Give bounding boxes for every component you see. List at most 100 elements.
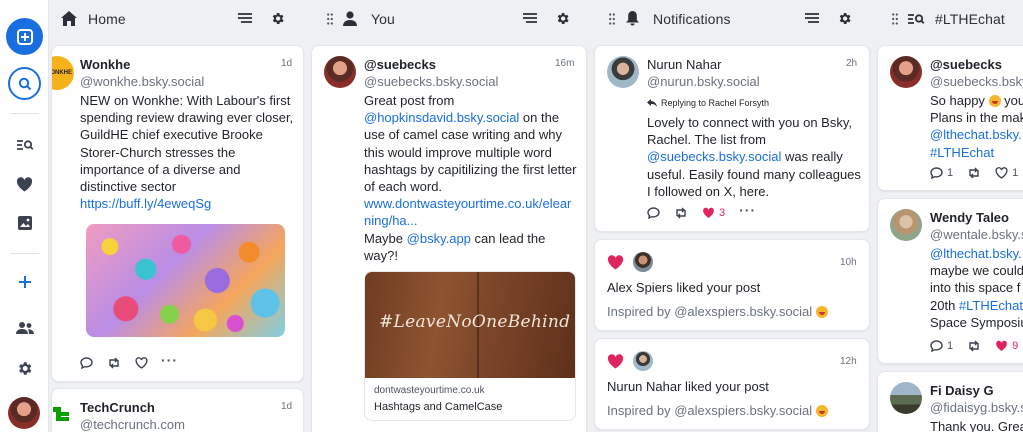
- column-title: Notifications: [653, 11, 731, 27]
- author-handle[interactable]: @techcrunch.com: [80, 417, 185, 432]
- url-link[interactable]: www.dontwasteyourtime.co.uk/elearning/ha…: [364, 196, 571, 228]
- like-icon[interactable]: [135, 357, 148, 369]
- reply-icon[interactable]: [647, 207, 660, 219]
- author-name[interactable]: @suebecks: [930, 57, 1002, 72]
- home-icon: [61, 11, 77, 26]
- mention-link[interactable]: @bsky.app: [407, 231, 471, 246]
- post-text: Thank you. Grea: [930, 419, 1023, 432]
- embed-image-caption: #LeaveNoOneBehind: [379, 312, 571, 332]
- feed-settings-icon[interactable]: [804, 13, 820, 25]
- hashtag-link[interactable]: #LTHEchat: [959, 298, 1023, 313]
- more-icon[interactable]: ···: [739, 202, 756, 218]
- author-name[interactable]: Wendy Taleo: [930, 210, 1009, 225]
- drag-handle-icon[interactable]: [892, 13, 898, 25]
- notification-like-card[interactable]: 10h Alex Spiers liked your post Inspired…: [594, 239, 870, 331]
- author-handle[interactable]: @wonkhe.bsky.social: [80, 74, 204, 89]
- author-handle[interactable]: @suebecks.bsky.social: [364, 74, 498, 89]
- liker-name[interactable]: Nurun Nahar: [607, 379, 681, 394]
- avatar[interactable]: [890, 382, 922, 414]
- author-name[interactable]: Fi Daisy G: [930, 383, 994, 398]
- drag-handle-icon[interactable]: [327, 13, 333, 25]
- feed-settings-icon[interactable]: [237, 13, 253, 25]
- author-handle[interactable]: @suebecks.bsky: [930, 74, 1023, 89]
- repost-icon[interactable]: [967, 167, 981, 179]
- mention-link[interactable]: @hopkinsdavid.bsky.social: [364, 110, 519, 125]
- post-text-part: Space Symposiu: [930, 314, 1023, 330]
- media-button[interactable]: [0, 212, 49, 234]
- avatar[interactable]: [633, 252, 653, 272]
- post-card[interactable]: WONKHE Wonkhe 1d @wonkhe.bsky.social NEW…: [51, 45, 304, 382]
- author-handle[interactable]: @nurun.bsky.social: [647, 74, 760, 89]
- liker-name[interactable]: Alex Spiers: [607, 280, 673, 295]
- compose-icon: [16, 28, 33, 45]
- notification-text: Nurun Nahar liked your post: [607, 379, 769, 394]
- mention-link[interactable]: @lthechat.bsky.: [930, 246, 1022, 261]
- author-handle[interactable]: @fidaisyg.bsky.s: [930, 400, 1023, 415]
- notification-time: 12h: [840, 356, 857, 367]
- likes-button[interactable]: [0, 173, 49, 195]
- search-button[interactable]: [8, 67, 41, 100]
- notification-subtext-part: Inspired by @alexspiers.bsky.social: [607, 304, 816, 319]
- notification-subtext: Inspired by @alexspiers.bsky.social: [607, 304, 828, 319]
- post-link[interactable]: https://buff.ly/4eweqSg: [80, 196, 211, 211]
- settings-button[interactable]: [0, 357, 49, 379]
- people-button[interactable]: [0, 317, 49, 339]
- repost-icon[interactable]: [674, 207, 688, 219]
- notification-reply-card[interactable]: Nurun Nahar 2h @nurun.bsky.social Replyi…: [594, 45, 870, 232]
- author-name[interactable]: Wonkhe: [80, 57, 130, 72]
- repost-icon[interactable]: [107, 357, 121, 369]
- post-card[interactable]: Wendy Taleo @wentale.bsky.s @lthechat.bs…: [877, 198, 1023, 364]
- post-card[interactable]: Fi Daisy G @fidaisyg.bsky.s Thank you. G…: [877, 371, 1023, 432]
- link-embed-card[interactable]: #LeaveNoOneBehind dontwasteyourtime.co.u…: [364, 271, 576, 421]
- mention-link[interactable]: @lthechat.bsky.: [930, 127, 1022, 142]
- grin-emoji-icon: [815, 306, 828, 318]
- search-icon: [18, 77, 31, 90]
- reply-icon[interactable]: [80, 357, 93, 369]
- gear-icon[interactable]: [555, 11, 570, 26]
- profile-avatar[interactable]: [8, 397, 40, 429]
- author-name[interactable]: TechCrunch: [80, 400, 155, 415]
- hashtag-link[interactable]: #LTHEchat: [930, 145, 994, 160]
- feed-settings-icon[interactable]: [522, 13, 538, 25]
- notification-like-card[interactable]: 12h Nurun Nahar liked your post Inspired…: [594, 338, 870, 430]
- post-time: 1d: [281, 58, 293, 69]
- avatar[interactable]: [52, 401, 74, 427]
- app-window: Home WONKHE Wonkhe 1d @wonkhe.bsky.socia…: [0, 0, 1023, 432]
- post-card[interactable]: TechCrunch 1d @techcrunch.com: [51, 388, 304, 432]
- avatar[interactable]: [324, 56, 356, 88]
- avatar[interactable]: [633, 351, 653, 371]
- post-text-part: Plans in the mak: [930, 110, 1023, 126]
- author-name[interactable]: Nurun Nahar: [647, 57, 721, 72]
- reply-icon[interactable]: [930, 340, 943, 352]
- reply-count: 1: [947, 167, 954, 179]
- feeds-button[interactable]: [0, 135, 49, 155]
- post-card[interactable]: @suebecks 16m @suebecks.bsky.social Grea…: [311, 45, 587, 432]
- avatar[interactable]: [890, 209, 922, 241]
- notification-subtext-part: Inspired by @alexspiers.bsky.social: [607, 403, 816, 418]
- add-column-button[interactable]: [0, 271, 49, 293]
- like-icon[interactable]: [702, 207, 715, 219]
- replying-to[interactable]: Replying to Rachel Forsyth: [647, 98, 769, 108]
- like-icon[interactable]: [995, 340, 1008, 352]
- post-image[interactable]: [86, 224, 285, 337]
- avatar[interactable]: [890, 56, 922, 88]
- notification-subtext: Inspired by @alexspiers.bsky.social: [607, 403, 828, 418]
- avatar[interactable]: WONKHE: [52, 56, 74, 90]
- more-icon[interactable]: ···: [161, 352, 178, 368]
- post-card[interactable]: @suebecks @suebecks.bsky So happy you Pla…: [877, 45, 1023, 191]
- gear-icon[interactable]: [837, 11, 852, 26]
- mention-link[interactable]: @suebecks.bsky.social: [647, 149, 781, 164]
- reply-icon[interactable]: [930, 167, 943, 179]
- post-actions: 3 ···: [647, 202, 756, 219]
- drag-handle-icon[interactable]: [609, 13, 615, 25]
- author-name[interactable]: @suebecks: [364, 57, 436, 72]
- avatar[interactable]: [607, 56, 639, 88]
- column-notifications: Notifications Nurun Nahar 2h @nurun.bsky…: [592, 0, 873, 432]
- like-icon[interactable]: [995, 167, 1008, 179]
- repost-icon[interactable]: [967, 340, 981, 352]
- author-handle[interactable]: @wentale.bsky.s: [930, 227, 1023, 242]
- compose-button[interactable]: [6, 18, 43, 55]
- gear-icon[interactable]: [270, 11, 285, 26]
- post-text-part: Great post from: [364, 93, 455, 108]
- notification-action: liked your post: [681, 379, 769, 394]
